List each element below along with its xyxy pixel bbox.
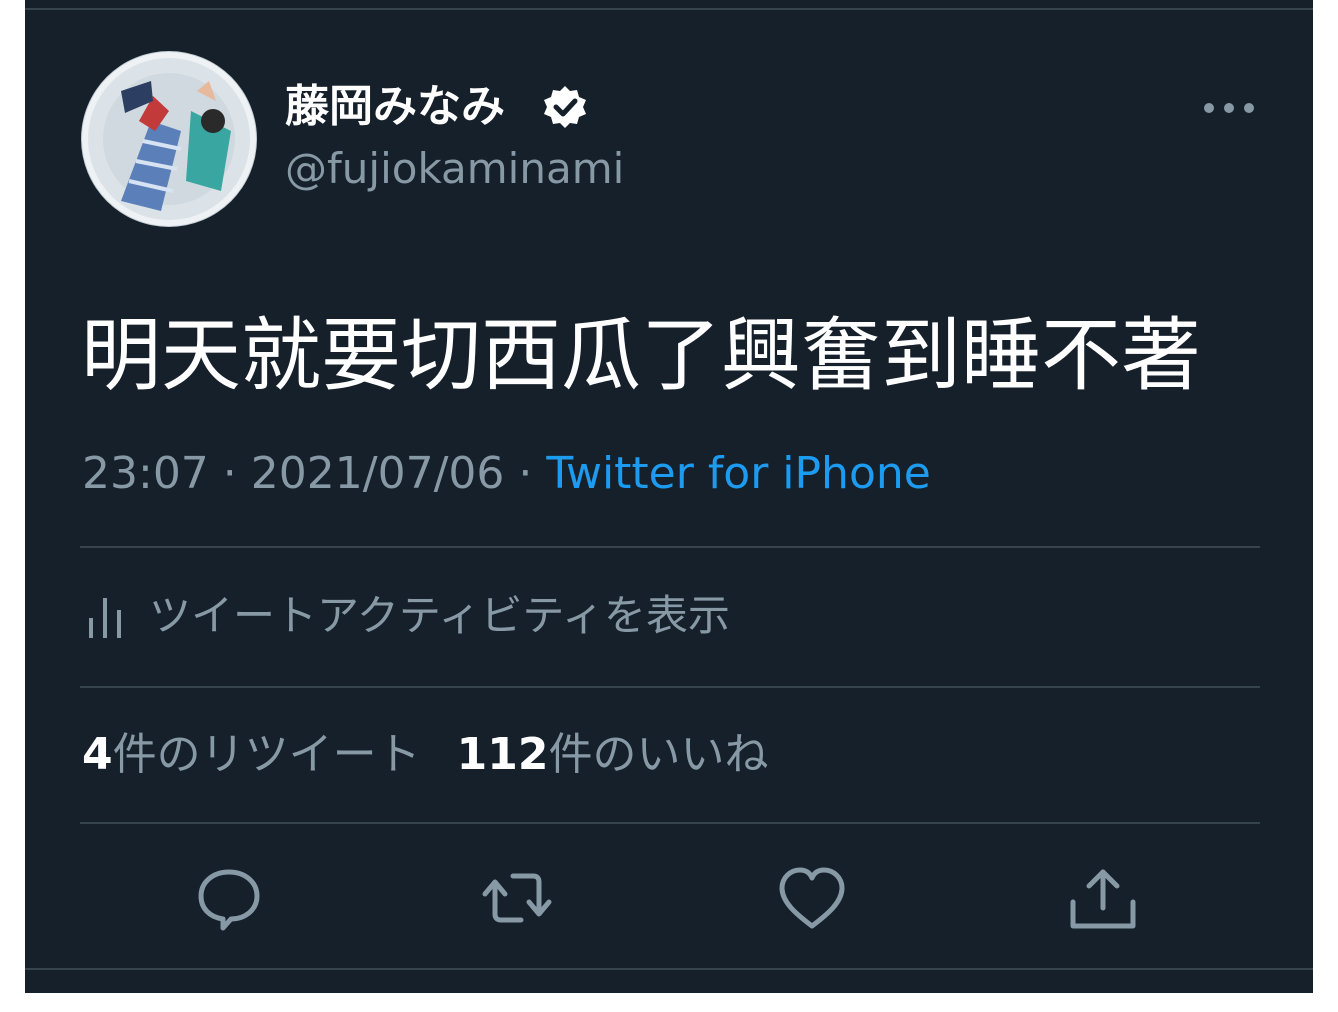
display-name[interactable]: 藤岡みなみ xyxy=(285,80,505,134)
meta-separator: · xyxy=(504,448,547,499)
reply-button[interactable] xyxy=(193,862,265,934)
avatar[interactable] xyxy=(81,51,257,227)
tweet-activity-link[interactable]: ツイートアクティビティを表示 xyxy=(87,586,730,646)
meta-separator: · xyxy=(208,448,251,499)
user-handle[interactable]: @fujiokaminami xyxy=(285,142,624,196)
bottom-divider xyxy=(25,968,1313,970)
retweet-button[interactable] xyxy=(481,862,553,934)
divider xyxy=(80,546,1260,548)
share-button[interactable] xyxy=(1067,862,1139,934)
tweet-stats: 4件のリツイート 112件のいいね xyxy=(82,727,768,783)
retweet-label: 件のリツイート xyxy=(112,729,421,780)
retweets-stat[interactable]: 4件のリツイート xyxy=(82,729,421,780)
tweet-card: 藤岡みなみ @fujiokaminami 明天就要切西瓜了興奮到睡不著 23:0… xyxy=(25,0,1313,993)
tweet-date[interactable]: 2021/07/06 xyxy=(251,448,505,499)
like-count: 112 xyxy=(456,729,549,780)
avatar-image xyxy=(82,52,256,226)
tweet-source-link[interactable]: Twitter for iPhone xyxy=(546,448,930,499)
reply-icon xyxy=(198,869,260,931)
like-label: 件のいいね xyxy=(548,729,769,780)
heart-icon xyxy=(779,867,845,929)
bar-chart-icon xyxy=(89,598,121,638)
tweet-time[interactable]: 23:07 xyxy=(82,448,209,499)
share-icon xyxy=(1070,869,1136,929)
like-button[interactable] xyxy=(776,862,848,934)
top-divider xyxy=(25,8,1313,10)
tweet-activity-label: ツイートアクティビティを表示 xyxy=(149,591,730,640)
tweet-text: 明天就要切西瓜了興奮到睡不著 xyxy=(81,309,1201,402)
more-options-icon[interactable] xyxy=(1201,96,1257,120)
divider xyxy=(80,686,1260,688)
likes-stat[interactable]: 112件のいいね xyxy=(457,729,769,780)
tweet-meta: 23:07 · 2021/07/06 · Twitter for iPhone xyxy=(82,446,931,502)
divider xyxy=(80,822,1260,824)
retweet-icon xyxy=(482,873,552,923)
retweet-count: 4 xyxy=(82,729,113,780)
verified-badge-icon xyxy=(544,86,586,128)
